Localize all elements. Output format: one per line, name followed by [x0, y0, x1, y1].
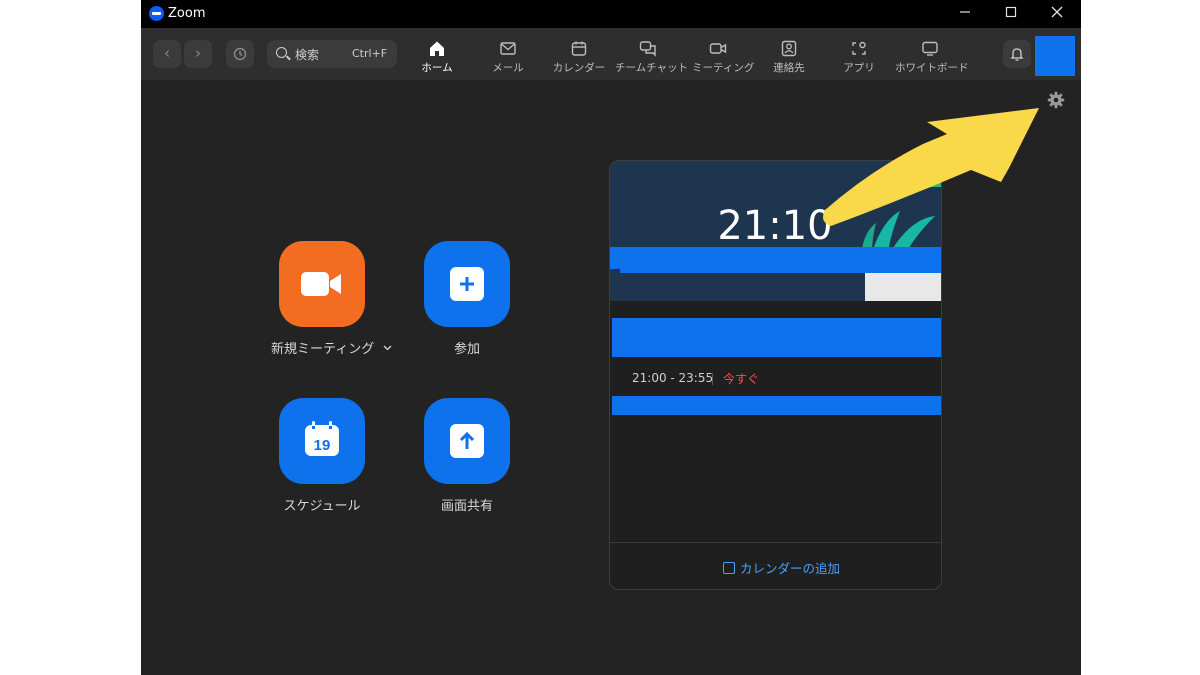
- join-button[interactable]: [424, 241, 510, 327]
- new-meeting-button[interactable]: [279, 241, 365, 327]
- search-placeholder: 検索: [295, 48, 320, 62]
- calendar-day-number: 19: [314, 437, 331, 454]
- main-toolbar: ‹ › 検索 Ctrl+F ホーム メール カレンダー チームチャット ミーティ…: [141, 28, 1081, 80]
- bell-icon: [1010, 48, 1024, 61]
- share-arrow-icon: [450, 424, 484, 458]
- tab-mail[interactable]: メール: [486, 28, 530, 80]
- join-label: 参加: [453, 342, 480, 357]
- schedule-label: スケジュール: [283, 499, 361, 514]
- history-button[interactable]: [226, 40, 254, 68]
- contact-icon: [781, 40, 797, 57]
- settings-button[interactable]: [1046, 90, 1066, 114]
- event-time: 21:00 - 23:55: [632, 371, 714, 385]
- tab-calendar[interactable]: カレンダー: [551, 28, 607, 80]
- tab-label: チームチャット: [615, 62, 689, 74]
- current-time: 21:10: [717, 203, 833, 249]
- minimize-button[interactable]: [942, 0, 988, 28]
- title-bar: Zoom: [141, 0, 1081, 28]
- schedule-button[interactable]: 19: [279, 398, 365, 484]
- video-camera-icon: [301, 272, 341, 296]
- search-icon: [276, 47, 287, 58]
- close-button[interactable]: [1034, 0, 1080, 28]
- tab-team-chat[interactable]: チームチャット: [615, 28, 689, 80]
- calendar-card: 21:10 21:00 - 23:55 今すぐ カレンダーの追加: [609, 160, 942, 590]
- zoom-logo-icon: [149, 6, 164, 21]
- mail-icon: [500, 42, 516, 55]
- calendar-add-icon: [723, 562, 735, 574]
- new-meeting-text: 新規ミーティング: [271, 342, 375, 357]
- share-screen-button[interactable]: [424, 398, 510, 484]
- chevron-down-icon[interactable]: [383, 345, 392, 351]
- tab-label: ホワイトボード: [895, 62, 969, 74]
- tab-label: ホーム: [421, 62, 453, 74]
- gear-icon: [1047, 91, 1065, 109]
- tab-label: メール: [492, 62, 524, 74]
- tab-label: アプリ: [843, 62, 875, 74]
- add-calendar-text: カレンダーの追加: [740, 561, 841, 576]
- tab-apps[interactable]: アプリ: [839, 28, 879, 80]
- share-screen-label: 画面共有: [440, 499, 493, 514]
- plus-icon: [450, 267, 484, 301]
- redacted-date-2: [620, 259, 941, 273]
- chat-icon: [639, 41, 656, 57]
- zoom-window: Zoom ‹ › 検索 Ctrl+F ホーム メール カレンダー チームチャット…: [141, 0, 1081, 675]
- whiteboard-icon: [922, 41, 938, 56]
- calendar-card-header: 21:10: [610, 161, 941, 301]
- search-shortcut: Ctrl+F: [352, 47, 388, 60]
- notifications-button[interactable]: [1003, 40, 1031, 68]
- back-button[interactable]: ‹: [153, 40, 181, 68]
- tab-home[interactable]: ホーム: [413, 28, 461, 80]
- tab-label: ミーティング: [692, 62, 755, 74]
- add-calendar-link[interactable]: カレンダーの追加: [723, 558, 840, 577]
- tab-label: カレンダー: [552, 62, 606, 74]
- redacted-event-title[interactable]: [612, 318, 941, 357]
- redacted-event-detail: [612, 396, 941, 415]
- tab-contacts[interactable]: 連絡先: [768, 28, 810, 80]
- search-box[interactable]: 検索 Ctrl+F: [267, 40, 397, 68]
- window-title: Zoom: [168, 6, 206, 21]
- event-status-badge: 今すぐ: [723, 372, 760, 386]
- calendar-icon: [571, 41, 587, 56]
- home-icon: [430, 41, 444, 56]
- avatar[interactable]: [1035, 36, 1075, 76]
- tab-meetings[interactable]: ミーティング: [692, 28, 755, 80]
- tab-label: 連絡先: [773, 62, 805, 74]
- video-icon: [709, 43, 727, 54]
- maximize-button[interactable]: [988, 0, 1034, 28]
- history-icon: [233, 47, 247, 61]
- event-separator: [712, 373, 713, 385]
- card-divider: [610, 542, 941, 543]
- calendar-icon: 19: [305, 421, 339, 456]
- forward-button[interactable]: ›: [184, 40, 212, 68]
- tab-whiteboard[interactable]: ホワイトボード: [895, 28, 969, 80]
- apps-icon: [852, 41, 866, 55]
- new-meeting-label[interactable]: 新規ミーティング: [271, 338, 392, 357]
